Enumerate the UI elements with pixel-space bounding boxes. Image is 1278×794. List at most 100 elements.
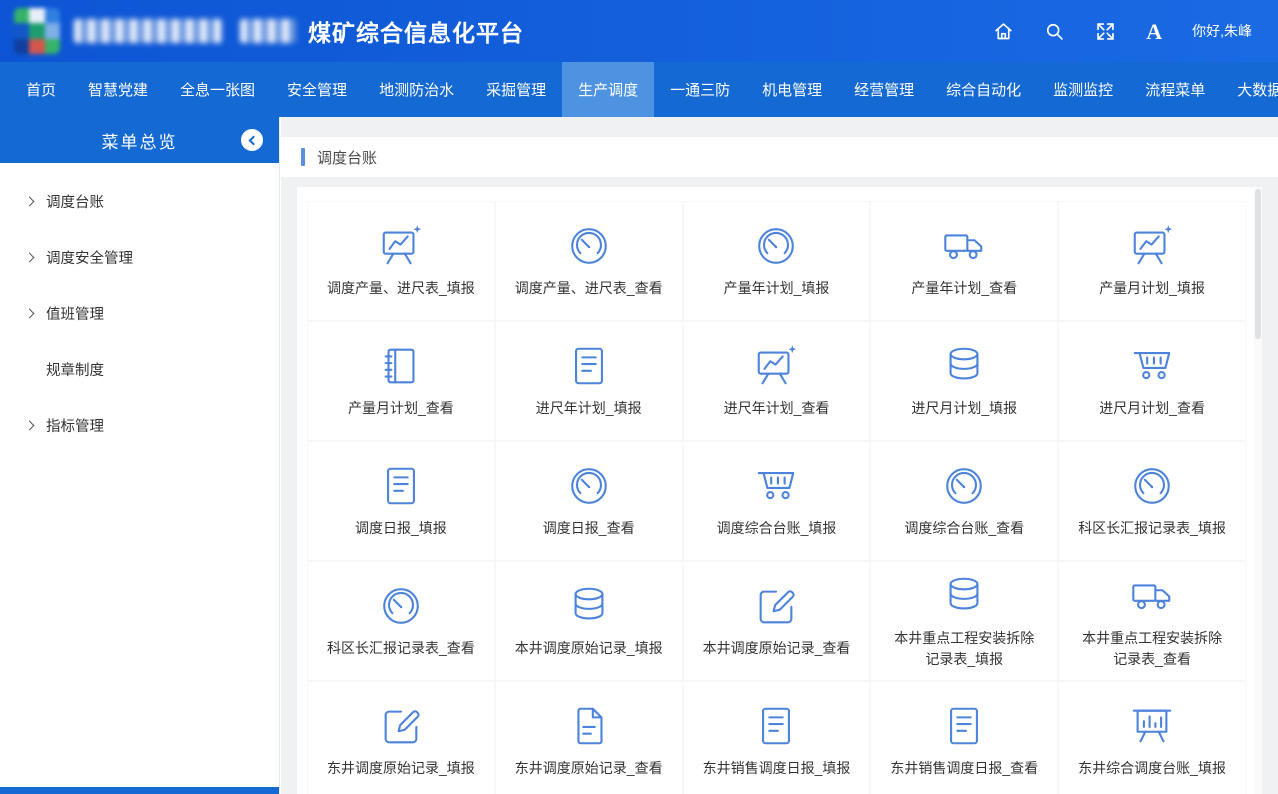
app-card[interactable]: 本井重点工程安装拆除记录表_查看 xyxy=(1058,561,1246,681)
app-card[interactable]: 调度产量、进尺表_填报 xyxy=(307,201,495,321)
edit-icon xyxy=(378,703,424,749)
nav-item-5[interactable]: 采掘管理 xyxy=(470,62,562,117)
card-label: 产量月计划_填报 xyxy=(1099,278,1205,299)
card-label: 调度日报_填报 xyxy=(355,518,447,539)
sidebar-item[interactable]: 调度安全管理 xyxy=(0,229,279,285)
app-card[interactable]: 调度综合台账_查看 xyxy=(870,441,1058,561)
fullscreen-icon[interactable] xyxy=(1095,21,1116,42)
database-icon xyxy=(941,573,987,619)
app-card[interactable]: 本井重点工程安装拆除记录表_填报 xyxy=(870,561,1058,681)
breadcrumb: 调度台账 xyxy=(281,137,1278,177)
app-card[interactable]: 进尺月计划_查看 xyxy=(1058,321,1246,441)
app-card[interactable]: 本井调度原始记录_查看 xyxy=(683,561,871,681)
app-card[interactable]: 东井调度原始记录_填报 xyxy=(307,681,495,794)
book-icon xyxy=(378,343,424,389)
collapse-sidebar-button[interactable] xyxy=(241,129,263,151)
app-card[interactable]: 东井综合调度台账_填报 xyxy=(1058,681,1246,794)
app-card[interactable]: 科区长汇报记录表_填报 xyxy=(1058,441,1246,561)
app-card[interactable]: 东井销售调度日报_查看 xyxy=(870,681,1058,794)
nav-item-10[interactable]: 综合自动化 xyxy=(930,62,1037,117)
app-card[interactable]: 科区长汇报记录表_查看 xyxy=(307,561,495,681)
chevron-right-icon xyxy=(25,420,35,430)
nav-item-9[interactable]: 经营管理 xyxy=(838,62,930,117)
app-card[interactable]: 本井调度原始记录_填报 xyxy=(495,561,683,681)
document-list-icon xyxy=(378,463,424,509)
app-card[interactable]: 产量年计划_填报 xyxy=(683,201,871,321)
nav-item-7[interactable]: 一通三防 xyxy=(654,62,746,117)
card-label: 进尺年计划_填报 xyxy=(536,398,642,419)
app-title: 煤矿综合信息化平台 xyxy=(308,14,524,48)
nav-item-13[interactable]: 大数据分析 xyxy=(1221,62,1278,117)
sidebar-item-label: 值班管理 xyxy=(46,303,104,324)
card-label: 进尺年计划_查看 xyxy=(724,398,830,419)
app-card[interactable]: 调度产量、进尺表_查看 xyxy=(495,201,683,321)
app-header: 煤矿综合信息化平台 A 你好,朱峰 xyxy=(0,0,1278,62)
nav-item-12[interactable]: 流程菜单 xyxy=(1129,62,1221,117)
nav-item-8[interactable]: 机电管理 xyxy=(746,62,838,117)
card-grid: 调度产量、进尺表_填报调度产量、进尺表_查看产量年计划_填报产量年计划_查看产量… xyxy=(297,187,1262,794)
app-card[interactable]: 产量年计划_查看 xyxy=(870,201,1058,321)
app-card[interactable]: 东井调度原始记录_查看 xyxy=(495,681,683,794)
card-label: 产量年计划_填报 xyxy=(724,278,830,299)
nav-item-3[interactable]: 安全管理 xyxy=(271,62,363,117)
app-card[interactable]: 进尺月计划_填报 xyxy=(870,321,1058,441)
app-card[interactable]: 东井销售调度日报_填报 xyxy=(683,681,871,794)
sidebar-item-label: 规章制度 xyxy=(46,359,104,380)
app-card[interactable]: 调度日报_查看 xyxy=(495,441,683,561)
edit-icon xyxy=(753,583,799,629)
redacted-brand-text-2 xyxy=(240,19,296,43)
sidebar-item[interactable]: 调度台账 xyxy=(0,173,279,229)
app-card[interactable]: 产量月计划_查看 xyxy=(307,321,495,441)
card-label: 本井重点工程安装拆除记录表_查看 xyxy=(1078,628,1226,670)
app-card[interactable]: 调度综合台账_填报 xyxy=(683,441,871,561)
nav-item-1[interactable]: 智慧党建 xyxy=(72,62,164,117)
sidebar-footer-bar xyxy=(0,787,279,794)
nav-item-4[interactable]: 地测防治水 xyxy=(363,62,470,117)
card-label: 进尺月计划_查看 xyxy=(1099,398,1205,419)
card-label: 东井销售调度日报_填报 xyxy=(703,758,851,779)
nav-item-0[interactable]: 首页 xyxy=(10,62,72,117)
sidebar-item[interactable]: 值班管理 xyxy=(0,285,279,341)
card-label: 调度产量、进尺表_查看 xyxy=(515,278,663,299)
card-label: 科区长汇报记录表_填报 xyxy=(1078,518,1226,539)
card-label: 东井调度原始记录_填报 xyxy=(327,758,475,779)
gauge-icon xyxy=(941,463,987,509)
card-label: 进尺月计划_填报 xyxy=(911,398,1017,419)
sidebar-item[interactable]: 规章制度 xyxy=(0,341,279,397)
font-size-icon[interactable]: A xyxy=(1146,21,1162,42)
main-content: 调度台账 调度产量、进尺表_填报 调度产量、进尺表_查看 产量年计划_填报 产量年计划… xyxy=(281,117,1278,794)
search-icon[interactable] xyxy=(1044,21,1065,42)
redacted-brand-text xyxy=(74,19,222,43)
presentation-bars-icon xyxy=(1129,703,1175,749)
sidebar-item-label: 调度安全管理 xyxy=(46,247,133,268)
main-nav: 首页智慧党建全息一张图安全管理地测防治水采掘管理生产调度一通三防机电管理经营管理… xyxy=(0,62,1278,117)
nav-item-11[interactable]: 监测监控 xyxy=(1037,62,1129,117)
card-label: 产量年计划_查看 xyxy=(911,278,1017,299)
gauge-icon xyxy=(1129,463,1175,509)
cart-icon xyxy=(1129,343,1175,389)
scrollbar[interactable] xyxy=(1254,187,1262,794)
sidebar-item[interactable]: 指标管理 xyxy=(0,397,279,453)
app-card[interactable]: 进尺年计划_填报 xyxy=(495,321,683,441)
truck-icon xyxy=(941,223,987,269)
nav-item-2[interactable]: 全息一张图 xyxy=(164,62,271,117)
card-label: 本井调度原始记录_查看 xyxy=(703,638,851,659)
app-card[interactable]: 产量月计划_填报 xyxy=(1058,201,1246,321)
breadcrumb-text: 调度台账 xyxy=(317,147,377,168)
sidebar-item-label: 指标管理 xyxy=(46,415,104,436)
card-label: 产量月计划_查看 xyxy=(348,398,454,419)
sidebar-title: 菜单总览 xyxy=(102,128,178,153)
app-card[interactable]: 调度日报_填报 xyxy=(307,441,495,561)
card-label: 调度产量、进尺表_填报 xyxy=(327,278,475,299)
card-label: 调度日报_查看 xyxy=(543,518,635,539)
scrollbar-thumb[interactable] xyxy=(1255,189,1261,339)
app-card[interactable]: 进尺年计划_查看 xyxy=(683,321,871,441)
card-label: 科区长汇报记录表_查看 xyxy=(327,638,475,659)
user-greeting[interactable]: 你好,朱峰 xyxy=(1192,21,1252,41)
chevron-right-icon xyxy=(25,308,35,318)
nav-item-6[interactable]: 生产调度 xyxy=(562,62,654,117)
card-label: 本井调度原始记录_填报 xyxy=(515,638,663,659)
header-actions: A 你好,朱峰 xyxy=(993,21,1252,42)
chevron-right-icon xyxy=(25,252,35,262)
home-icon[interactable] xyxy=(993,21,1014,42)
